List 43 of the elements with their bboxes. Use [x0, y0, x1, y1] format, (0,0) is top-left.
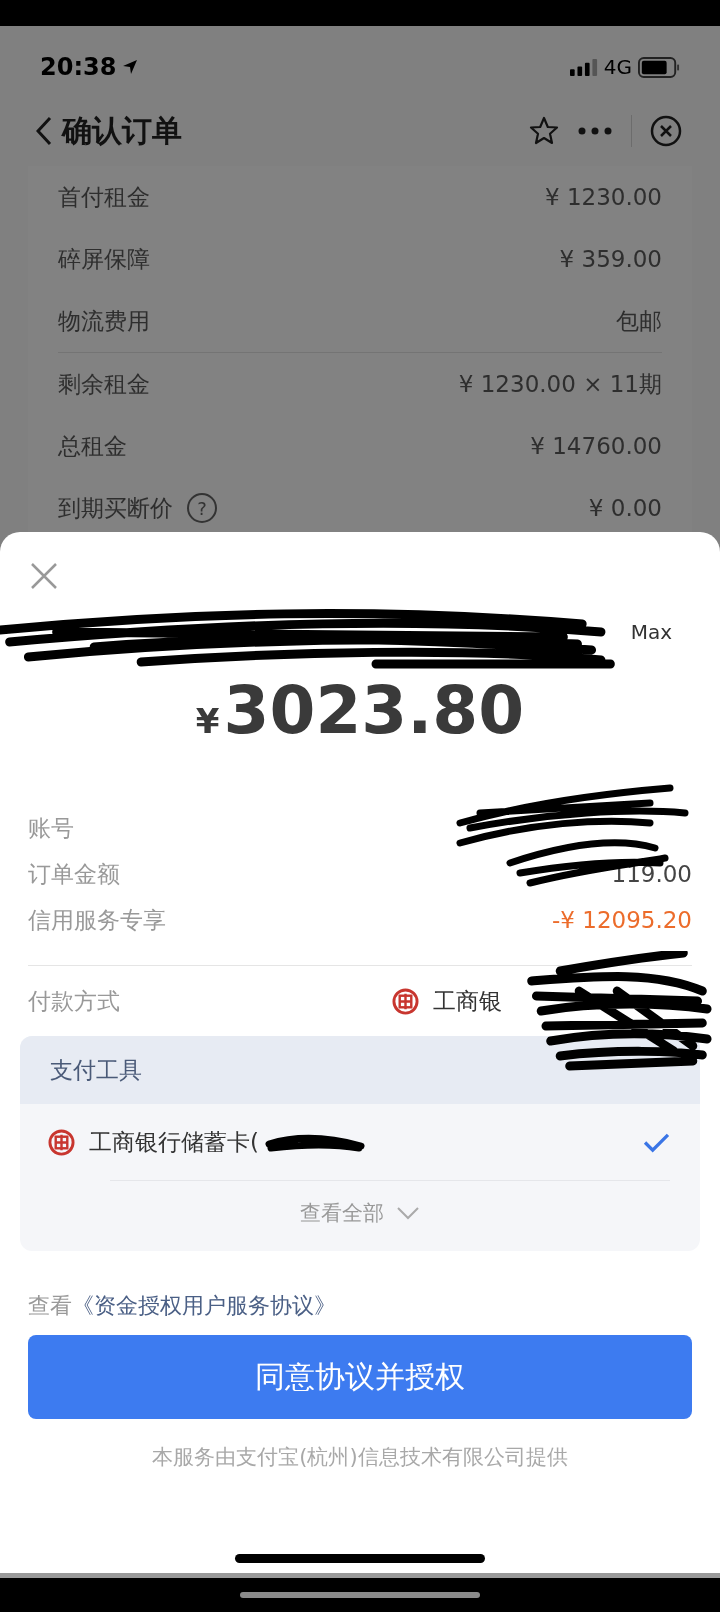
fee-label: 首付租金 [58, 182, 150, 212]
network-label: 4G [603, 55, 632, 79]
currency-symbol: ¥ [195, 701, 220, 741]
bank-logo-icon [48, 1128, 75, 1156]
fee-value: ¥ 14760.00 [530, 433, 662, 459]
detail-label: 账号 [28, 813, 74, 843]
status-time: 20:38 [40, 53, 117, 81]
fee-value: ¥ 1230.00 [544, 184, 662, 210]
fee-value: ¥ 0.00 [588, 495, 662, 521]
agreement-link[interactable]: 《资金授权用户服务协议》 [72, 1293, 336, 1318]
payment-tool-item[interactable]: 工商银行储蓄卡( [20, 1104, 700, 1180]
provider-note: 本服务由支付宝(杭州)信息技术有限公司提供 [151, 1444, 569, 1471]
fee-label: 物流费用 [58, 306, 150, 336]
agreement-prefix: 查看 [28, 1293, 72, 1318]
detail-value: -¥ 12095.20 [552, 907, 692, 933]
product-name: Max [630, 620, 672, 644]
fee-label: 剩余租金 [58, 369, 150, 399]
payment-method-label: 付款方式 [28, 986, 120, 1016]
more-icon[interactable] [577, 126, 613, 136]
page-title: 确认订单 [62, 111, 182, 150]
back-icon[interactable] [36, 116, 52, 146]
fee-label: 总租金 [58, 431, 127, 461]
payment-amount: 3023.80 [223, 672, 525, 749]
tools-header: 支付工具 [20, 1036, 700, 1104]
bank-logo-icon [392, 987, 419, 1015]
close-icon[interactable] [30, 562, 58, 590]
fee-value: ¥ 359.00 [559, 246, 662, 272]
tool-name: 工商银行储蓄卡( [89, 1127, 259, 1157]
location-arrow-icon [122, 59, 139, 75]
star-icon[interactable] [529, 116, 559, 146]
fee-value: 包邮 [616, 306, 662, 336]
fee-value: ¥ 1230.00 × 11期 [458, 369, 662, 399]
signal-icon [569, 58, 598, 76]
detail-label: 订单金额 [28, 859, 120, 889]
detail-label: 信用服务专享 [28, 905, 166, 935]
fee-label: 碎屏保障 [58, 244, 150, 274]
help-icon[interactable]: ? [187, 493, 217, 523]
battery-icon [638, 56, 680, 78]
payment-method-value[interactable]: 工商银 [433, 985, 502, 1017]
fee-label: 到期买断价 [58, 493, 173, 523]
chevron-down-icon [396, 1206, 420, 1220]
close-icon[interactable] [650, 115, 682, 147]
agree-authorize-button[interactable]: 同意协议并授权 [28, 1335, 692, 1419]
